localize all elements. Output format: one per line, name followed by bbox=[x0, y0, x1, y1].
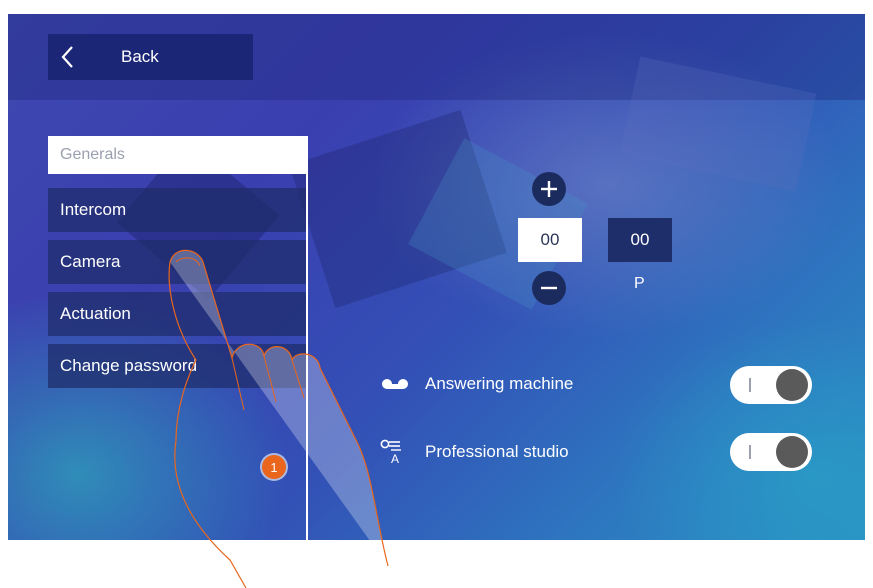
step-callout-badge: 1 bbox=[262, 455, 286, 479]
pointing-hand-illustration bbox=[168, 249, 389, 588]
